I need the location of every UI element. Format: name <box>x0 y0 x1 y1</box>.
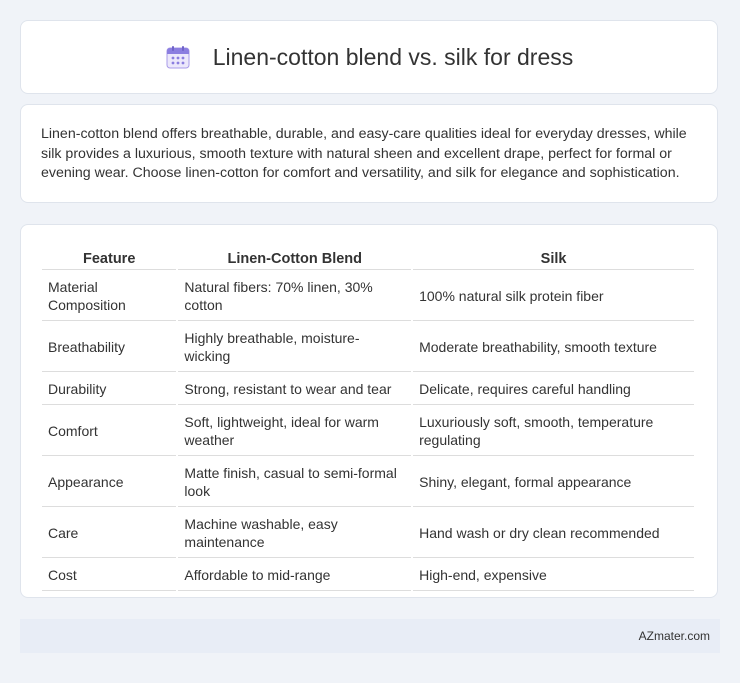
table-row: Durability Strong, resistant to wear and… <box>42 374 694 405</box>
linen-cotton-cell: Natural fibers: 70% linen, 30% cotton <box>178 272 412 321</box>
linen-cotton-cell: Strong, resistant to wear and tear <box>178 374 412 405</box>
silk-cell: Shiny, elegant, formal appearance <box>413 458 694 507</box>
table-row: Breathability Highly breathable, moistur… <box>42 323 694 372</box>
footer-bar: AZmater.com <box>20 619 720 653</box>
comparison-table: Feature Linen-Cotton Blend Silk Material… <box>40 245 696 593</box>
summary-text: Linen-cotton blend offers breathable, du… <box>41 126 687 181</box>
table-row: Appearance Matte finish, casual to semi-… <box>42 458 694 507</box>
linen-cotton-cell: Machine washable, easy maintenance <box>178 509 412 558</box>
calendar-icon <box>165 44 191 70</box>
linen-cotton-cell: Affordable to mid-range <box>178 560 412 591</box>
header-silk: Silk <box>413 247 694 270</box>
page-title: Linen-cotton blend vs. silk for dress <box>212 43 574 70</box>
linen-cotton-cell: Highly breathable, moisture-wicking <box>178 323 412 372</box>
header-linen-cotton: Linen-Cotton Blend <box>178 247 412 270</box>
header-feature: Feature <box>42 247 177 270</box>
silk-cell: Hand wash or dry clean recommended <box>413 509 694 558</box>
table-header-row: Feature Linen-Cotton Blend Silk <box>42 247 694 270</box>
feature-cell: Comfort <box>42 407 177 456</box>
silk-cell: High-end, expensive <box>413 560 694 591</box>
summary-card: Linen-cotton blend offers breathable, du… <box>20 104 718 203</box>
table-row: Care Machine washable, easy maintenance … <box>42 509 694 558</box>
table-row: Cost Affordable to mid-range High-end, e… <box>42 560 694 591</box>
silk-cell: Luxuriously soft, smooth, temperature re… <box>413 407 694 456</box>
table-row: Material Composition Natural fibers: 70%… <box>42 272 694 321</box>
feature-cell: Durability <box>42 374 177 405</box>
feature-cell: Cost <box>42 560 177 591</box>
footer-source: AZmater.com <box>638 629 710 643</box>
silk-cell: Delicate, requires careful handling <box>413 374 694 405</box>
comparison-card: Feature Linen-Cotton Blend Silk Material… <box>20 224 718 598</box>
feature-cell: Material Composition <box>42 272 177 321</box>
silk-cell: Moderate breathability, smooth texture <box>413 323 694 372</box>
linen-cotton-cell: Matte finish, casual to semi-formal look <box>178 458 412 507</box>
linen-cotton-cell: Soft, lightweight, ideal for warm weathe… <box>178 407 412 456</box>
title-card: Linen-cotton blend vs. silk for dress <box>20 20 718 94</box>
feature-cell: Care <box>42 509 177 558</box>
table-row: Comfort Soft, lightweight, ideal for war… <box>42 407 694 456</box>
silk-cell: 100% natural silk protein fiber <box>413 272 694 321</box>
feature-cell: Appearance <box>42 458 177 507</box>
feature-cell: Breathability <box>42 323 177 372</box>
